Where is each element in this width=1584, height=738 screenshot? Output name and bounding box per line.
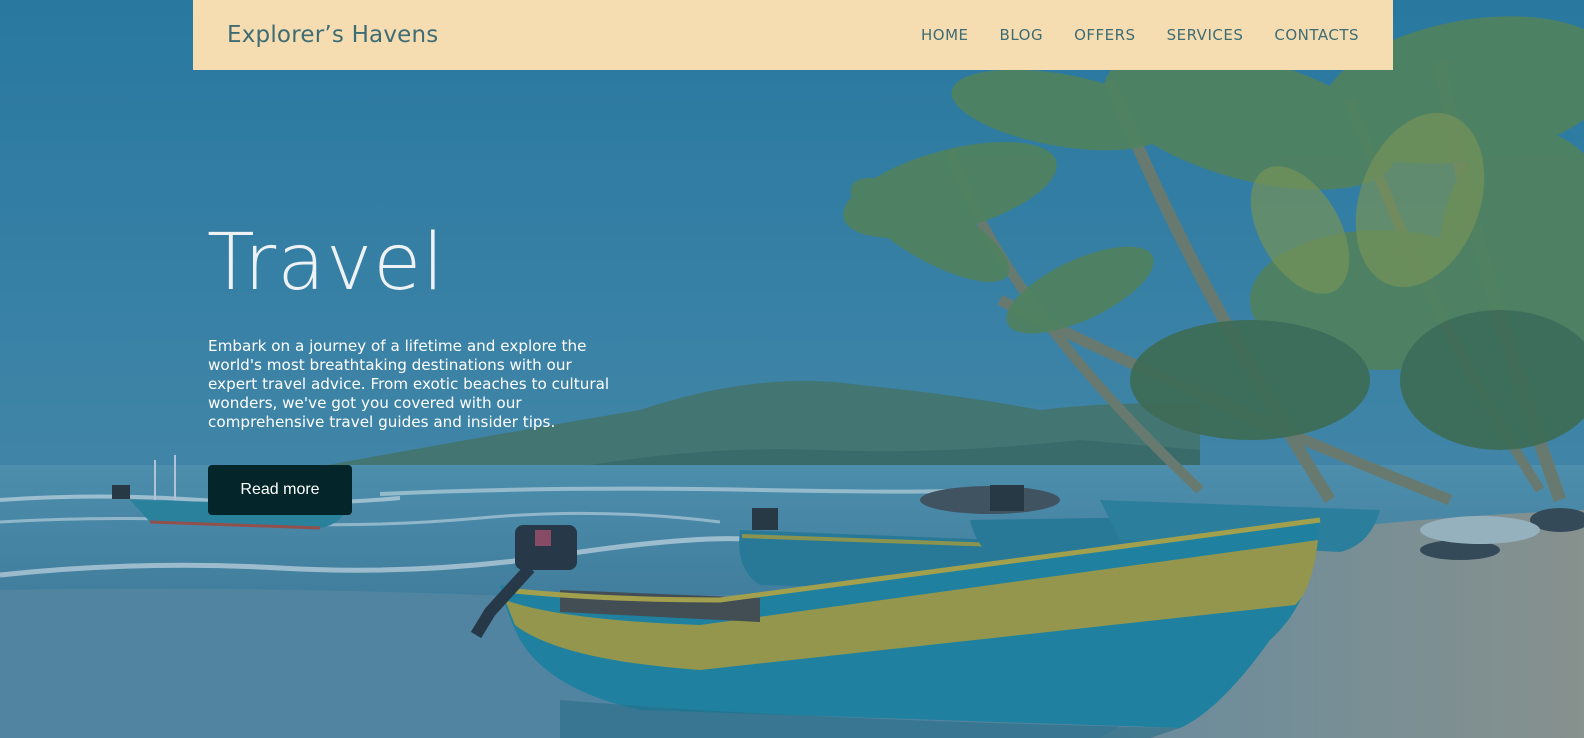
site-logo-text[interactable]: Explorer’s Havens: [227, 22, 438, 48]
hero-description: Embark on a journey of a lifetime and ex…: [208, 337, 610, 431]
nav-link-contacts[interactable]: CONTACTS: [1274, 26, 1359, 44]
hero-section: Explorer’s Havens HOME BLOG OFFERS SERVI…: [0, 0, 1584, 738]
navbar: Explorer’s Havens HOME BLOG OFFERS SERVI…: [193, 0, 1393, 70]
nav-link-services[interactable]: SERVICES: [1167, 26, 1244, 44]
read-more-button[interactable]: Read more: [208, 465, 352, 515]
nav-link-offers[interactable]: OFFERS: [1074, 26, 1135, 44]
nav-link-home[interactable]: HOME: [921, 26, 969, 44]
nav-link-blog[interactable]: BLOG: [1000, 26, 1044, 44]
hero-title: Travel: [207, 218, 445, 308]
main-nav: HOME BLOG OFFERS SERVICES CONTACTS: [921, 26, 1359, 44]
